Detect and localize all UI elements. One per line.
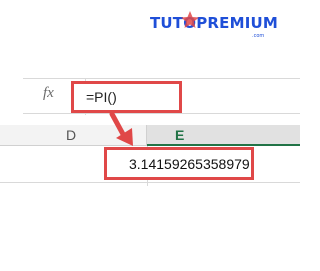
selected-cell-e[interactable]: 3.14159265358979	[104, 147, 254, 180]
logo-domain: .com	[252, 33, 264, 39]
fx-icon[interactable]: fx	[43, 85, 54, 102]
grid-row-divider	[0, 182, 300, 183]
formula-input[interactable]: =PI()	[71, 81, 182, 113]
column-label-e: E	[175, 127, 185, 143]
column-header-d[interactable]: D	[0, 125, 147, 146]
column-headers: D E	[0, 125, 300, 146]
column-header-e[interactable]: E	[147, 125, 300, 146]
cell-value: 3.14159265358979	[129, 156, 250, 172]
formula-text: =PI()	[86, 89, 117, 105]
logo-text: TUTOPREMIUM	[150, 14, 278, 32]
column-label-d: D	[66, 127, 77, 143]
tutopremium-logo: TUTOPREMIUM .com	[150, 8, 280, 44]
